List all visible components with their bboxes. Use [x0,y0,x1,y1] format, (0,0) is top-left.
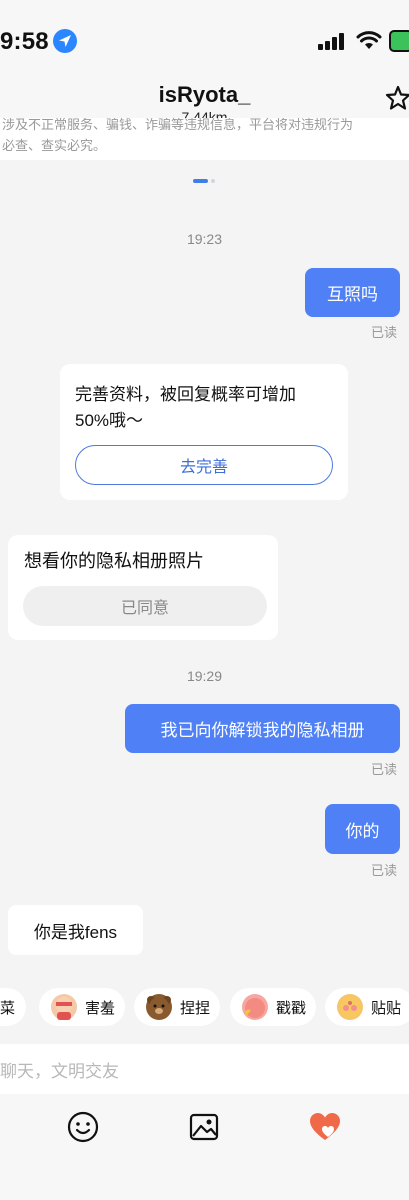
message-input-placeholder: 聊天，文明交友 [0,1062,119,1081]
peach-icon [242,994,268,1020]
read-receipt: 已读 [371,863,398,878]
quick-reaction-chip[interactable]: 捏捏 [134,988,220,1026]
location-arrow-icon [53,29,77,53]
private-album-request-card: 想看你的隐私相册照片 已同意 [8,535,278,640]
heart-gift-icon[interactable] [308,1111,342,1143]
safety-notice: 涉及不正常服务、骗钱、诈骗等违规信息，平台将对违规行为 必查、查实必究。 [0,118,409,160]
private-album-request-text: 想看你的隐私相册照片 [24,551,204,571]
agreed-button[interactable]: 已同意 [23,586,267,626]
quick-reaction-bar: 菜 害羞 捏捏 戳戳 贴贴 [0,988,409,1030]
profile-prompt-text: 完善资料，被回复概率可增加 50%哦～ [75,385,296,430]
quick-reaction-label: 戳戳 [276,999,307,1017]
cellular-signal-icon [318,32,348,50]
notice-line-1: 涉及不正常服务、骗钱、诈骗等违规信息，平台将对违规行为 [2,118,354,132]
chat-toolbar [0,1094,409,1200]
complete-profile-button[interactable]: 去完善 [75,445,333,485]
wifi-icon [356,31,382,49]
notice-pager-dots [193,179,217,183]
shy-face-icon [51,994,77,1020]
notice-line-2: 必查、查实必究。 [2,138,107,153]
timestamp: 19:23 [186,231,223,247]
message-outgoing[interactable]: 我已向你解锁我的隐私相册 [125,704,400,753]
status-time: 9:58 [0,28,49,55]
read-receipt: 已读 [371,762,398,777]
quick-reaction-chip[interactable]: 贴贴 [325,988,409,1026]
profile-prompt-card: 完善资料，被回复概率可增加 50%哦～ 去完善 [60,364,348,500]
message-outgoing[interactable]: 互照吗 [305,268,400,317]
image-icon[interactable] [188,1111,220,1143]
message-outgoing[interactable]: 你的 [325,804,400,854]
battery-icon [389,30,409,52]
chat-title[interactable]: isRyota_ [0,82,409,108]
star-outline-icon[interactable] [384,84,409,112]
quick-reaction-chip[interactable]: 害羞 [39,988,125,1026]
read-receipt: 已读 [371,325,398,340]
message-incoming[interactable]: 你是我fens [8,905,143,955]
quick-reaction-chip[interactable]: 戳戳 [230,988,316,1026]
quick-reaction-label: 菜 [0,999,16,1017]
quick-reaction-label: 贴贴 [371,999,402,1017]
bear-icon [146,994,172,1020]
hug-emoji-icon [337,994,363,1020]
emoji-icon[interactable] [67,1111,99,1143]
message-input[interactable]: 聊天，文明交友 [0,1044,409,1094]
timestamp: 19:29 [186,668,223,684]
quick-reaction-chip[interactable]: 菜 [0,988,26,1026]
quick-reaction-label: 害羞 [85,999,116,1017]
status-bar: 9:58 [0,0,409,82]
quick-reaction-label: 捏捏 [180,999,211,1017]
